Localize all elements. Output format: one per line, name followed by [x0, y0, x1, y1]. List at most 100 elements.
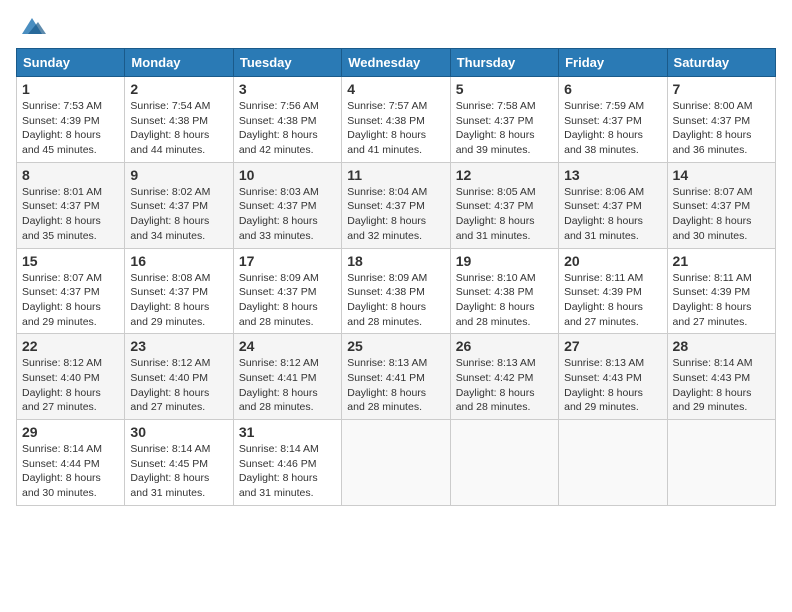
sunset: Sunset: 4:41 PM — [347, 372, 425, 384]
calendar-cell: 8 Sunrise: 8:01 AM Sunset: 4:37 PM Dayli… — [17, 162, 125, 248]
day-number: 11 — [347, 167, 444, 183]
calendar-cell: 17 Sunrise: 8:09 AM Sunset: 4:37 PM Dayl… — [233, 248, 341, 334]
day-info: Sunrise: 8:06 AM Sunset: 4:37 PM Dayligh… — [564, 185, 661, 244]
week-row-4: 22 Sunrise: 8:12 AM Sunset: 4:40 PM Dayl… — [17, 334, 776, 420]
daylight: Daylight: 8 hours and 29 minutes. — [130, 301, 209, 328]
calendar-cell: 12 Sunrise: 8:05 AM Sunset: 4:37 PM Dayl… — [450, 162, 558, 248]
daylight: Daylight: 8 hours and 30 minutes. — [22, 472, 101, 499]
sunset: Sunset: 4:38 PM — [130, 115, 208, 127]
day-info: Sunrise: 8:10 AM Sunset: 4:38 PM Dayligh… — [456, 271, 553, 330]
daylight: Daylight: 8 hours and 27 minutes. — [564, 301, 643, 328]
sunset: Sunset: 4:41 PM — [239, 372, 317, 384]
daylight: Daylight: 8 hours and 29 minutes. — [564, 387, 643, 414]
sunset: Sunset: 4:37 PM — [239, 286, 317, 298]
calendar-cell: 6 Sunrise: 7:59 AM Sunset: 4:37 PM Dayli… — [559, 77, 667, 163]
sunrise: Sunrise: 8:14 AM — [673, 357, 753, 369]
sunrise: Sunrise: 8:01 AM — [22, 186, 102, 198]
calendar-cell: 11 Sunrise: 8:04 AM Sunset: 4:37 PM Dayl… — [342, 162, 450, 248]
day-number: 5 — [456, 81, 553, 97]
week-row-1: 1 Sunrise: 7:53 AM Sunset: 4:39 PM Dayli… — [17, 77, 776, 163]
day-header-saturday: Saturday — [667, 49, 775, 77]
day-number: 29 — [22, 424, 119, 440]
day-number: 1 — [22, 81, 119, 97]
calendar-cell: 31 Sunrise: 8:14 AM Sunset: 4:46 PM Dayl… — [233, 420, 341, 506]
daylight: Daylight: 8 hours and 39 minutes. — [456, 129, 535, 156]
day-info: Sunrise: 8:14 AM Sunset: 4:44 PM Dayligh… — [22, 442, 119, 501]
sunset: Sunset: 4:39 PM — [22, 115, 100, 127]
day-info: Sunrise: 7:53 AM Sunset: 4:39 PM Dayligh… — [22, 99, 119, 158]
calendar-cell: 5 Sunrise: 7:58 AM Sunset: 4:37 PM Dayli… — [450, 77, 558, 163]
calendar-cell: 4 Sunrise: 7:57 AM Sunset: 4:38 PM Dayli… — [342, 77, 450, 163]
sunrise: Sunrise: 8:11 AM — [564, 272, 643, 284]
day-info: Sunrise: 7:58 AM Sunset: 4:37 PM Dayligh… — [456, 99, 553, 158]
day-info: Sunrise: 8:12 AM Sunset: 4:40 PM Dayligh… — [22, 356, 119, 415]
day-info: Sunrise: 7:56 AM Sunset: 4:38 PM Dayligh… — [239, 99, 336, 158]
sunset: Sunset: 4:37 PM — [456, 200, 534, 212]
sunset: Sunset: 4:46 PM — [239, 458, 317, 470]
sunset: Sunset: 4:37 PM — [130, 200, 208, 212]
sunset: Sunset: 4:37 PM — [456, 115, 534, 127]
daylight: Daylight: 8 hours and 28 minutes. — [347, 301, 426, 328]
calendar-cell: 19 Sunrise: 8:10 AM Sunset: 4:38 PM Dayl… — [450, 248, 558, 334]
sunset: Sunset: 4:37 PM — [673, 200, 751, 212]
day-info: Sunrise: 8:07 AM Sunset: 4:37 PM Dayligh… — [22, 271, 119, 330]
daylight: Daylight: 8 hours and 28 minutes. — [239, 301, 318, 328]
sunrise: Sunrise: 8:14 AM — [239, 443, 319, 455]
day-number: 12 — [456, 167, 553, 183]
days-header-row: SundayMondayTuesdayWednesdayThursdayFrid… — [17, 49, 776, 77]
calendar-cell: 25 Sunrise: 8:13 AM Sunset: 4:41 PM Dayl… — [342, 334, 450, 420]
sunrise: Sunrise: 8:14 AM — [130, 443, 210, 455]
day-info: Sunrise: 7:59 AM Sunset: 4:37 PM Dayligh… — [564, 99, 661, 158]
logo-icon — [18, 16, 46, 38]
calendar-cell: 20 Sunrise: 8:11 AM Sunset: 4:39 PM Dayl… — [559, 248, 667, 334]
day-number: 14 — [673, 167, 770, 183]
sunrise: Sunrise: 8:07 AM — [673, 186, 753, 198]
sunset: Sunset: 4:37 PM — [673, 115, 751, 127]
day-info: Sunrise: 8:00 AM Sunset: 4:37 PM Dayligh… — [673, 99, 770, 158]
day-number: 6 — [564, 81, 661, 97]
daylight: Daylight: 8 hours and 42 minutes. — [239, 129, 318, 156]
daylight: Daylight: 8 hours and 31 minutes. — [564, 215, 643, 242]
daylight: Daylight: 8 hours and 27 minutes. — [130, 387, 209, 414]
sunset: Sunset: 4:40 PM — [130, 372, 208, 384]
day-number: 7 — [673, 81, 770, 97]
calendar-table: SundayMondayTuesdayWednesdayThursdayFrid… — [16, 48, 776, 506]
sunrise: Sunrise: 8:13 AM — [347, 357, 427, 369]
calendar-cell: 15 Sunrise: 8:07 AM Sunset: 4:37 PM Dayl… — [17, 248, 125, 334]
day-header-tuesday: Tuesday — [233, 49, 341, 77]
calendar-cell: 23 Sunrise: 8:12 AM Sunset: 4:40 PM Dayl… — [125, 334, 233, 420]
sunrise: Sunrise: 7:56 AM — [239, 100, 319, 112]
sunset: Sunset: 4:37 PM — [564, 200, 642, 212]
daylight: Daylight: 8 hours and 33 minutes. — [239, 215, 318, 242]
calendar-cell: 13 Sunrise: 8:06 AM Sunset: 4:37 PM Dayl… — [559, 162, 667, 248]
sunrise: Sunrise: 8:09 AM — [347, 272, 427, 284]
day-info: Sunrise: 8:08 AM Sunset: 4:37 PM Dayligh… — [130, 271, 227, 330]
day-info: Sunrise: 8:12 AM Sunset: 4:41 PM Dayligh… — [239, 356, 336, 415]
calendar-cell: 30 Sunrise: 8:14 AM Sunset: 4:45 PM Dayl… — [125, 420, 233, 506]
calendar-cell: 27 Sunrise: 8:13 AM Sunset: 4:43 PM Dayl… — [559, 334, 667, 420]
calendar-cell: 10 Sunrise: 8:03 AM Sunset: 4:37 PM Dayl… — [233, 162, 341, 248]
sunset: Sunset: 4:37 PM — [564, 115, 642, 127]
sunset: Sunset: 4:45 PM — [130, 458, 208, 470]
calendar-cell — [667, 420, 775, 506]
daylight: Daylight: 8 hours and 45 minutes. — [22, 129, 101, 156]
sunset: Sunset: 4:39 PM — [564, 286, 642, 298]
day-info: Sunrise: 8:14 AM Sunset: 4:45 PM Dayligh… — [130, 442, 227, 501]
sunrise: Sunrise: 8:08 AM — [130, 272, 210, 284]
day-info: Sunrise: 8:13 AM Sunset: 4:41 PM Dayligh… — [347, 356, 444, 415]
day-number: 17 — [239, 253, 336, 269]
day-number: 10 — [239, 167, 336, 183]
day-number: 3 — [239, 81, 336, 97]
day-number: 2 — [130, 81, 227, 97]
daylight: Daylight: 8 hours and 34 minutes. — [130, 215, 209, 242]
daylight: Daylight: 8 hours and 38 minutes. — [564, 129, 643, 156]
sunset: Sunset: 4:43 PM — [673, 372, 751, 384]
day-number: 15 — [22, 253, 119, 269]
sunrise: Sunrise: 8:06 AM — [564, 186, 644, 198]
sunrise: Sunrise: 8:12 AM — [130, 357, 210, 369]
week-row-2: 8 Sunrise: 8:01 AM Sunset: 4:37 PM Dayli… — [17, 162, 776, 248]
calendar-cell: 29 Sunrise: 8:14 AM Sunset: 4:44 PM Dayl… — [17, 420, 125, 506]
sunset: Sunset: 4:43 PM — [564, 372, 642, 384]
sunrise: Sunrise: 7:53 AM — [22, 100, 102, 112]
sunset: Sunset: 4:39 PM — [673, 286, 751, 298]
